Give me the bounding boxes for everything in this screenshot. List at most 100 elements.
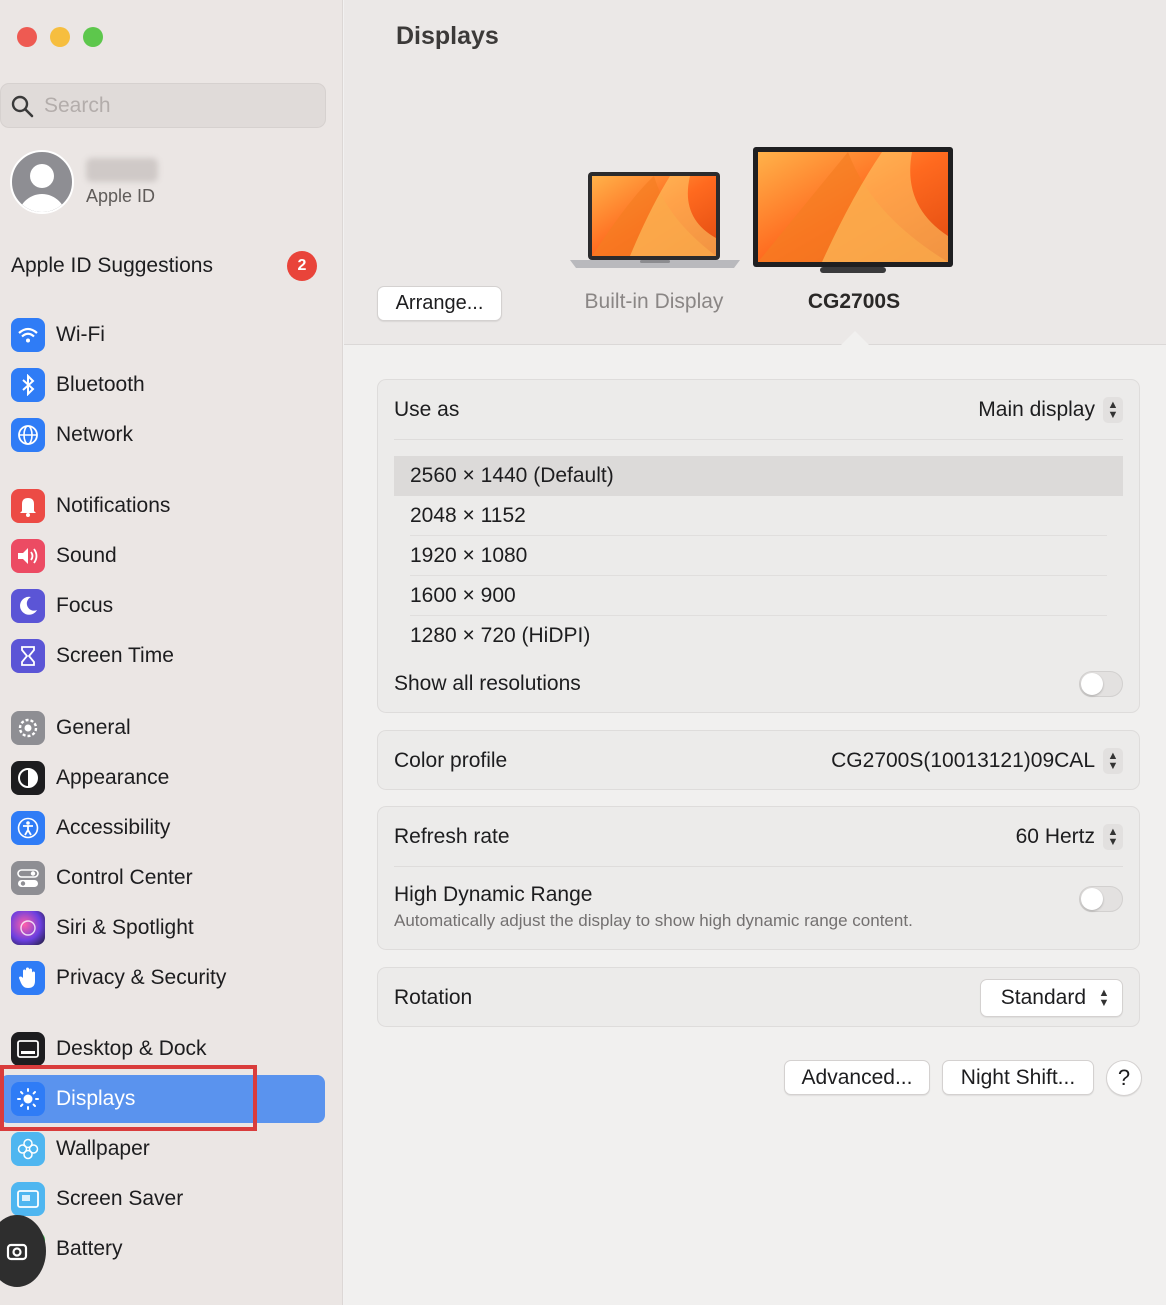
speaker-icon xyxy=(11,539,45,573)
rotation-popup[interactable]: Standard ▲ ▼ xyxy=(979,979,1123,1017)
display-arrangement-header: Displays Arrange... Built-in Display CG2… xyxy=(344,0,1166,346)
monitor-icon xyxy=(753,147,953,273)
resolution-label: 1600 × 900 xyxy=(410,584,516,607)
rotation-row: Rotation Standard ▲ ▼ xyxy=(394,978,1123,1018)
sidebar-item-label: Wi-Fi xyxy=(56,323,105,346)
arrange-button[interactable]: Arrange... xyxy=(377,286,502,321)
hand-icon xyxy=(11,961,45,995)
accessibility-icon xyxy=(11,811,45,845)
gear-icon xyxy=(11,711,45,745)
chevron-up-down-icon: ▲ ▼ xyxy=(1098,987,1110,1009)
search-field[interactable] xyxy=(0,83,326,128)
sidebar-item-label: Sound xyxy=(56,544,117,567)
sidebar-item-screen-time[interactable]: Screen Time xyxy=(0,632,326,680)
resolution-label: 2048 × 1152 xyxy=(410,504,526,527)
resolution-option[interactable]: 2048 × 1152 xyxy=(394,496,1123,536)
sidebar-item-notifications[interactable]: Notifications xyxy=(0,482,326,530)
resolution-option[interactable]: 1280 × 720 (HiDPI) xyxy=(394,616,1123,656)
hdr-toggle[interactable] xyxy=(1079,886,1123,912)
sidebar-item-siri-spotlight[interactable]: Siri & Spotlight xyxy=(0,904,326,952)
built-in-display-label[interactable]: Built-in Display xyxy=(564,290,744,314)
sidebar-item-control-center[interactable]: Control Center xyxy=(0,854,326,902)
divider xyxy=(394,866,1123,867)
sidebar-item-focus[interactable]: Focus xyxy=(0,582,326,630)
apple-id-suggestions[interactable]: Apple ID Suggestions 2 xyxy=(11,250,317,282)
use-as-value: Main display xyxy=(978,398,1095,421)
refresh-rate-popup[interactable]: 60 Hertz ▲ ▼ xyxy=(1016,824,1123,850)
apple-id-label: Apple ID xyxy=(86,185,156,206)
moon-icon xyxy=(11,589,45,623)
suggestions-badge: 2 xyxy=(287,251,317,281)
color-profile-row: Color profile CG2700S(10013121)09CAL ▲ ▼ xyxy=(394,745,1123,777)
appearance-icon xyxy=(11,761,45,795)
use-as-popup[interactable]: Main display ▲ ▼ xyxy=(978,397,1123,423)
color-profile-popup[interactable]: CG2700S(10013121)09CAL ▲ ▼ xyxy=(831,748,1123,774)
sidebar-item-general[interactable]: General xyxy=(0,704,326,752)
divider xyxy=(394,439,1123,440)
sidebar-item-label: Appearance xyxy=(56,766,170,789)
close-button[interactable] xyxy=(17,27,37,47)
search-icon xyxy=(11,95,34,117)
zoom-button[interactable] xyxy=(83,27,103,47)
chevron-up-down-icon: ▲ ▼ xyxy=(1103,397,1123,423)
dock-icon xyxy=(11,1032,45,1066)
sidebar-item-label: Focus xyxy=(56,594,114,617)
sidebar-item-sound[interactable]: Sound xyxy=(0,532,326,580)
apple-id-profile[interactable]: Apple ID xyxy=(10,150,158,214)
sidebar-item-label: Desktop & Dock xyxy=(56,1037,207,1060)
resolution-option[interactable]: 1920 × 1080 xyxy=(394,536,1123,576)
sidebar-item-battery[interactable]: Battery xyxy=(0,1225,326,1273)
refresh-rate-card: Refresh rate 60 Hertz ▲ ▼ High Dynamic Ra… xyxy=(377,806,1140,950)
color-profile-card: Color profile CG2700S(10013121)09CAL ▲ ▼ xyxy=(377,730,1140,790)
resolution-label: 2560 × 1440 (Default) xyxy=(410,464,614,487)
bell-icon xyxy=(11,489,45,523)
refresh-rate-label: Refresh rate xyxy=(394,825,510,848)
color-profile-label: Color profile xyxy=(394,749,508,772)
night-shift-button[interactable]: Night Shift... xyxy=(942,1060,1094,1095)
show-all-resolutions-toggle[interactable] xyxy=(1079,671,1123,697)
sidebar-item-network[interactable]: Network xyxy=(0,411,326,459)
hourglass-icon xyxy=(11,639,45,673)
page-title: Displays xyxy=(396,22,499,50)
main-content: Displays Arrange... Built-in Display CG2… xyxy=(344,0,1166,1305)
minimize-button[interactable] xyxy=(50,27,70,47)
globe-icon xyxy=(11,418,45,452)
advanced-button[interactable]: Advanced... xyxy=(784,1060,930,1095)
cg2700s-display-label[interactable]: CG2700S xyxy=(764,290,944,314)
sidebar-item-label: Wallpaper xyxy=(56,1137,150,1160)
sidebar-item-label: Siri & Spotlight xyxy=(56,916,194,939)
sidebar-item-wifi[interactable]: Wi-Fi xyxy=(0,311,326,359)
sidebar: Apple ID Apple ID Suggestions 2 Wi-Fi Bl… xyxy=(0,0,343,1305)
sidebar-item-privacy-security[interactable]: Privacy & Security xyxy=(0,954,326,1002)
rotation-value: Standard xyxy=(1000,986,1086,1009)
sidebar-item-accessibility[interactable]: Accessibility xyxy=(0,804,326,852)
sidebar-item-appearance[interactable]: Appearance xyxy=(0,754,326,802)
sidebar-item-label: General xyxy=(56,716,131,739)
resolution-option[interactable]: 2560 × 1440 (Default) xyxy=(394,456,1123,496)
sidebar-item-screen-saver[interactable]: Screen Saver xyxy=(0,1175,326,1223)
rotation-card: Rotation Standard ▲ ▼ xyxy=(377,967,1140,1027)
sidebar-item-label: Screen Time xyxy=(56,644,174,667)
sidebar-item-label: Privacy & Security xyxy=(56,966,227,989)
sidebar-item-label: Notifications xyxy=(56,494,171,517)
sidebar-item-bluetooth[interactable]: Bluetooth xyxy=(0,361,326,409)
cg2700s-display-thumbnail[interactable] xyxy=(752,146,954,281)
refresh-rate-value: 60 Hertz xyxy=(1015,825,1095,848)
chevron-up-down-icon: ▲ ▼ xyxy=(1103,748,1123,774)
chevron-up-down-icon: ▲ ▼ xyxy=(1103,824,1123,850)
use-as-row: Use as Main display ▲ ▼ xyxy=(394,394,1123,426)
suggestions-label: Apple ID Suggestions xyxy=(11,254,213,277)
resolution-label: 1920 × 1080 xyxy=(410,544,528,567)
selected-display-pointer xyxy=(840,331,870,346)
hdr-row: High Dynamic Range Automatically adjust … xyxy=(394,883,1123,939)
built-in-display-thumbnail[interactable] xyxy=(570,168,740,281)
sidebar-item-label: Battery xyxy=(56,1237,123,1260)
blurred-user-name xyxy=(86,157,158,182)
screensaver-icon xyxy=(11,1182,45,1216)
resolution-option[interactable]: 1600 × 900 xyxy=(394,576,1123,616)
help-button[interactable]: ? xyxy=(1106,1060,1142,1096)
sidebar-item-wallpaper[interactable]: Wallpaper xyxy=(0,1125,326,1173)
search-input[interactable] xyxy=(44,93,294,118)
sidebar-item-label: Control Center xyxy=(56,866,193,889)
use-as-label: Use as xyxy=(394,398,460,421)
